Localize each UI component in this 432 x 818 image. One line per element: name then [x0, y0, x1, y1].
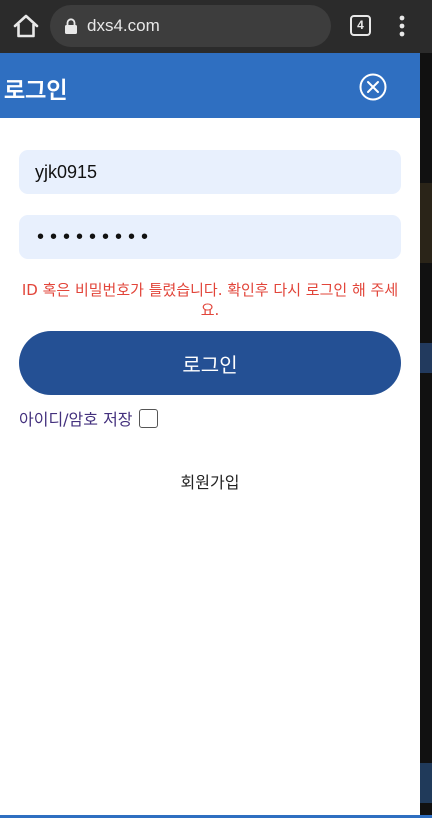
modal-header: 로그인	[0, 53, 420, 118]
backdrop-decoration	[420, 763, 432, 803]
backdrop-decoration	[420, 183, 432, 263]
remember-credentials-checkbox[interactable]	[138, 408, 158, 428]
page-backdrop	[420, 53, 432, 818]
username-input[interactable]: yjk0915	[19, 150, 401, 194]
remember-credentials-label[interactable]: 아이디/암호 저장	[19, 406, 133, 430]
password-input[interactable]: •••••••••	[19, 215, 401, 259]
address-bar[interactable]: dxs4.com	[50, 5, 331, 47]
more-menu-icon[interactable]	[392, 14, 412, 38]
login-button[interactable]: 로그인	[19, 331, 401, 395]
close-icon[interactable]	[359, 73, 387, 101]
tab-switcher-button[interactable]: 4	[350, 15, 371, 36]
modal-title: 로그인	[4, 78, 68, 104]
signup-link[interactable]: 회원가입	[0, 469, 420, 493]
login-modal: 로그인 yjk0915 ••••••••• ID 혹은 비밀번호가 틀렸습니다.…	[0, 53, 420, 815]
lock-icon	[65, 18, 77, 34]
error-message: ID 혹은 비밀번호가 틀렸습니다. 확인후 다시 로그인 해 주세요.	[21, 281, 399, 319]
backdrop-decoration	[420, 343, 432, 373]
home-icon[interactable]	[12, 13, 40, 39]
remember-credentials-row[interactable]: 아이디/암호 저장	[19, 407, 158, 429]
browser-toolbar: dxs4.com 4	[0, 0, 432, 53]
url-text: dxs4.com	[87, 16, 160, 35]
